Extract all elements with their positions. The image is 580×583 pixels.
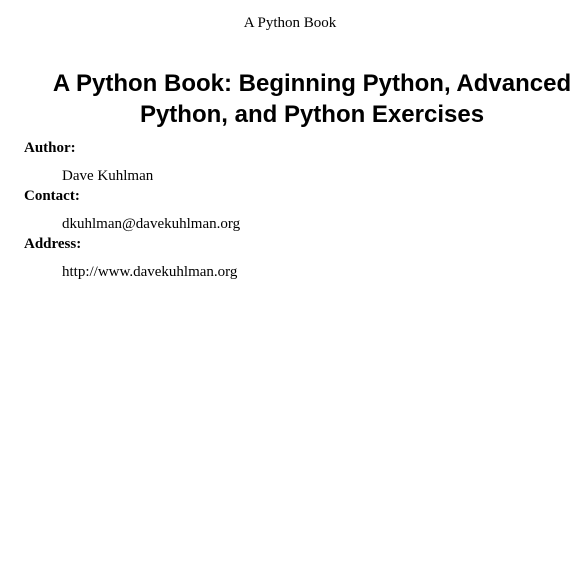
contact-value: dkuhlman@davekuhlman.org [62,216,241,232]
address-value: http://www.davekuhlman.org [62,264,238,280]
field-list: Author: Dave Kuhlman Contact: dkuhlman@d… [24,138,564,282]
address-label: Address: [24,236,82,252]
author-label: Author: [24,140,76,156]
author-value: Dave Kuhlman [62,168,154,184]
document-title: A Python Book: Beginning Python, Advance… [52,70,572,128]
running-header: A Python Book [243,15,337,31]
contact-label: Contact: [24,188,80,204]
